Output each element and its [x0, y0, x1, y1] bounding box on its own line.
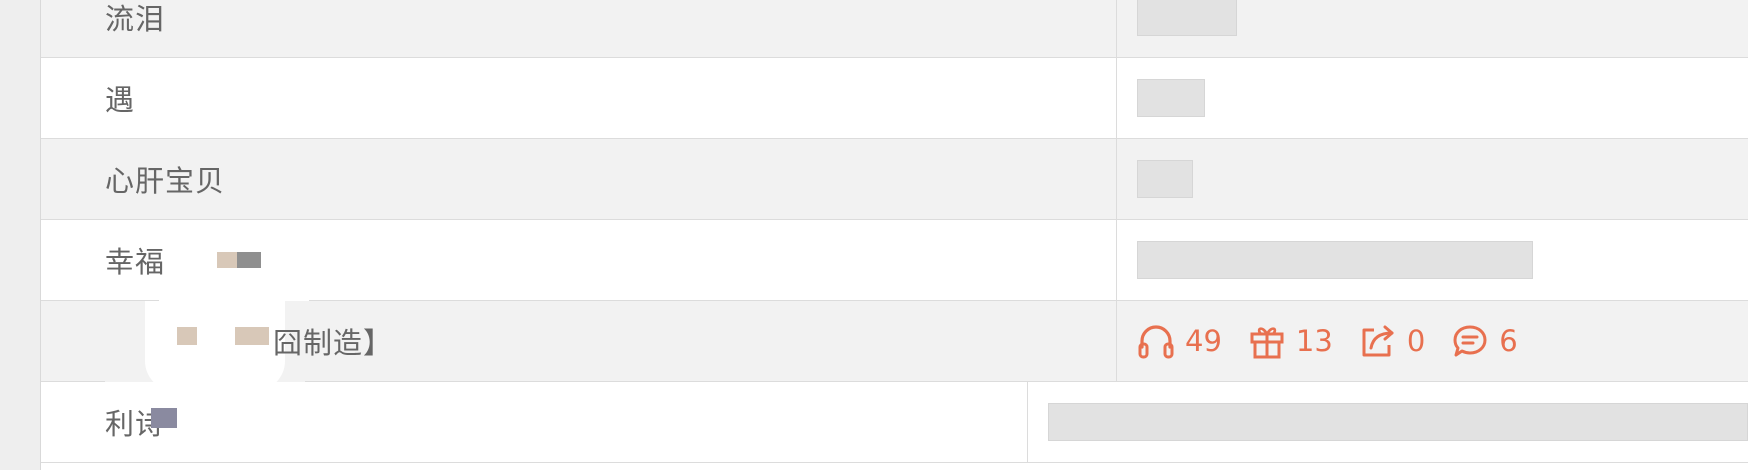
song-title-cell: 遇 — [41, 58, 1117, 138]
stats-placeholder — [1137, 160, 1193, 198]
comment-count-value: 6 — [1499, 324, 1518, 358]
redaction-patch — [145, 301, 285, 391]
song-title[interactable]: 幸福 — [105, 239, 165, 281]
song-title[interactable]: 流泪 — [105, 0, 165, 38]
song-stats-cell — [1117, 0, 1748, 57]
song-row: 利诗 — [41, 382, 1748, 463]
comment-count[interactable]: 6 — [1451, 323, 1518, 359]
song-title[interactable]: 心肝宝贝 — [105, 158, 225, 200]
stats-placeholder — [1048, 403, 1748, 441]
pixelation-block — [235, 327, 269, 345]
song-list-page: 流泪 遇 心肝宝贝 幸福 囧制造】 49 13 0 6 利诗 — [0, 0, 1748, 470]
song-row: 幸福 — [41, 220, 1748, 304]
stats-placeholder — [1137, 0, 1237, 36]
song-row: 心肝宝贝 — [41, 139, 1748, 220]
song-row: 遇 — [41, 58, 1748, 139]
song-row: 囧制造】 49 13 0 6 — [41, 301, 1748, 391]
left-gutter — [0, 0, 41, 470]
share-count[interactable]: 0 — [1359, 323, 1425, 359]
song-stats-cell — [1117, 58, 1748, 138]
song-title-cell: 幸福 — [41, 220, 1117, 304]
song-title-cell: 流泪 — [41, 0, 1117, 57]
play-count[interactable]: 49 — [1137, 323, 1222, 359]
song-stats-cell — [1028, 382, 1748, 462]
song-table: 流泪 遇 心肝宝贝 幸福 囧制造】 49 13 0 6 利诗 — [41, 0, 1748, 463]
gift-count-value: 13 — [1295, 324, 1333, 358]
pixelation-block — [217, 252, 237, 268]
play-count-value: 49 — [1185, 324, 1222, 358]
comment-icon — [1453, 325, 1487, 357]
gift-count[interactable]: 13 — [1248, 323, 1333, 359]
gift-icon — [1250, 327, 1284, 359]
song-title-cell: 囧制造】 — [41, 301, 1117, 391]
stats-placeholder — [1137, 79, 1205, 117]
song-row: 流泪 — [41, 0, 1748, 58]
song-title[interactable]: 遇 — [105, 77, 135, 119]
song-stats-cell: 49 13 0 6 — [1117, 301, 1748, 381]
headphones-icon — [1138, 325, 1174, 359]
song-title-cell: 利诗 — [41, 382, 1028, 462]
share-icon — [1362, 325, 1394, 357]
song-title[interactable]: 囧制造】 — [273, 320, 393, 362]
song-title-cell: 心肝宝贝 — [41, 139, 1117, 219]
song-stats-cell — [1117, 139, 1748, 219]
pixelation-block — [237, 252, 261, 268]
pixelation-block — [177, 327, 197, 345]
stats-placeholder — [1137, 241, 1533, 279]
pixelation-block — [151, 408, 177, 428]
share-count-value: 0 — [1406, 324, 1426, 358]
song-stats-cell — [1117, 220, 1748, 300]
